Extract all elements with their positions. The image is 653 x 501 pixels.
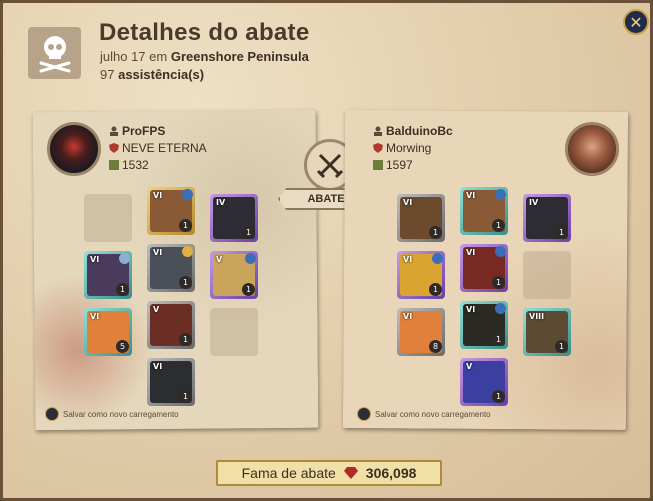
killer-slot-potion[interactable]: VI 5 bbox=[84, 308, 132, 356]
fame-value: 306,098 bbox=[365, 465, 417, 481]
victim-slot-head[interactable]: VI 1 bbox=[460, 187, 508, 235]
close-button[interactable]: ✕ bbox=[623, 9, 649, 35]
guild-shield-icon bbox=[373, 143, 383, 153]
fame-label: Fama de abate bbox=[241, 465, 336, 481]
guild-shield-icon bbox=[109, 143, 119, 153]
victim-item-power: 1597 bbox=[373, 158, 413, 172]
victim-slot-cape[interactable]: IV 1 bbox=[523, 194, 571, 242]
loadout-icon bbox=[45, 407, 59, 421]
assist-count: 97 assistência(s) bbox=[100, 67, 205, 82]
page-title: Detalhes do abate bbox=[99, 19, 310, 46]
victim-slot-shoes[interactable]: VI 1 bbox=[460, 301, 508, 349]
victim-slot-food[interactable]: VIII 1 bbox=[523, 308, 571, 356]
killer-slot-shoes[interactable]: V 1 bbox=[147, 301, 195, 349]
killer-save-loadout-button[interactable]: Salvar como novo carregamento bbox=[45, 407, 179, 421]
player-icon bbox=[110, 126, 118, 136]
killer-item-power: 1532 bbox=[109, 158, 149, 172]
killer-slot-food[interactable] bbox=[210, 308, 258, 356]
kill-fame-bar: Fama de abate 306,098 bbox=[216, 460, 442, 486]
kill-details-window: Detalhes do abate julho 17 em Greenshore… bbox=[0, 0, 653, 501]
killer-slot-bag[interactable] bbox=[84, 194, 132, 242]
victim-slot-mount[interactable]: V 1 bbox=[460, 358, 508, 406]
skull-crossbones-icon bbox=[28, 27, 81, 79]
killer-slot-mount[interactable]: VI 1 bbox=[147, 358, 195, 406]
fame-icon bbox=[343, 467, 358, 479]
item-power-icon bbox=[373, 160, 383, 170]
victim-slot-bag[interactable]: VI 1 bbox=[397, 194, 445, 242]
killer-slot-cape[interactable]: IV 1 bbox=[210, 194, 258, 242]
killer-name[interactable]: ProFPS bbox=[109, 124, 165, 138]
victim-slot-offhand[interactable] bbox=[523, 251, 571, 299]
close-icon: ✕ bbox=[629, 12, 643, 32]
killer-guild: NEVE ETERNA bbox=[109, 141, 207, 155]
victim-name[interactable]: BalduinoBc bbox=[373, 124, 453, 138]
killer-slot-mainhand[interactable]: VI 1 bbox=[84, 251, 132, 299]
killer-slot-offhand[interactable]: V 1 bbox=[210, 251, 258, 299]
killer-slot-head[interactable]: VI 1 bbox=[147, 187, 195, 235]
killer-avatar[interactable] bbox=[47, 122, 101, 176]
player-icon bbox=[374, 126, 382, 136]
kill-date-location: julho 17 em Greenshore Peninsula bbox=[100, 49, 309, 64]
victim-slot-mainhand[interactable]: VI 1 bbox=[397, 251, 445, 299]
loadout-icon bbox=[357, 407, 371, 421]
item-power-icon bbox=[109, 160, 119, 170]
victim-slot-potion[interactable]: VI 8 bbox=[397, 308, 445, 356]
victim-avatar[interactable] bbox=[565, 122, 619, 176]
victim-save-loadout-button[interactable]: Salvar como novo carregamento bbox=[357, 407, 491, 421]
location-name: Greenshore Peninsula bbox=[170, 49, 309, 64]
victim-guild: Morwing bbox=[373, 141, 431, 155]
killer-slot-armor[interactable]: VI 1 bbox=[147, 244, 195, 292]
victim-slot-armor[interactable]: VI 1 bbox=[460, 244, 508, 292]
